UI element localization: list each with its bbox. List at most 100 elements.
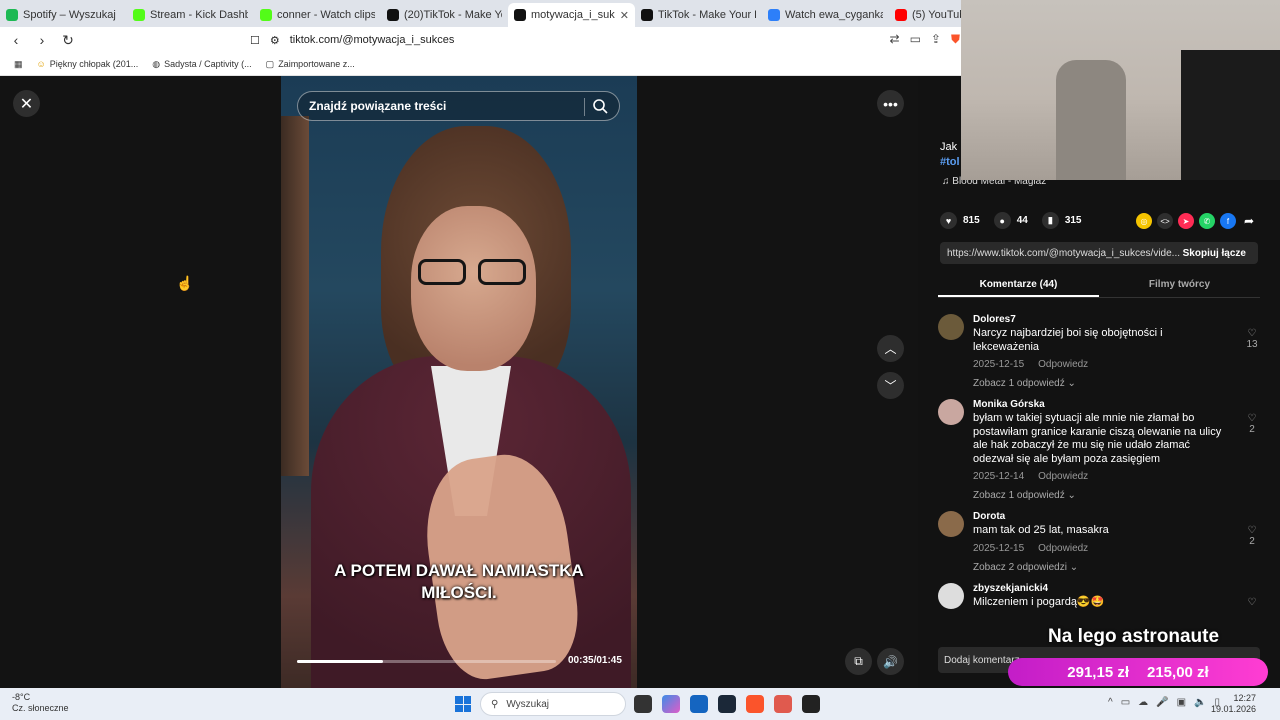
bookmark-1[interactable]: ☺ Piękny chłopak (201...: [37, 59, 139, 69]
reload-icon[interactable]: ↻: [58, 32, 78, 49]
window-image: [1181, 50, 1280, 180]
favicon-icon: [133, 9, 145, 21]
tab-creator-videos[interactable]: Filmy twórcy: [1099, 276, 1260, 297]
coin-icon[interactable]: ◎: [1136, 213, 1152, 229]
browser-tab[interactable]: TikTok - Make Your Day: [635, 3, 762, 27]
taskbar-search-input[interactable]: ⚲ Wyszukaj: [480, 692, 626, 716]
weather-widget[interactable]: -8°C Cz. słoneczne: [12, 692, 69, 714]
browser-tab[interactable]: Stream - Kick Dashbo: [127, 3, 254, 27]
view-replies-button[interactable]: Zobacz 1 odpowiedź ⌄: [973, 490, 1260, 501]
mic-icon[interactable]: 🎤: [1156, 697, 1168, 708]
cloud-icon[interactable]: ☁: [1138, 697, 1148, 708]
url-field[interactable]: ☐ ⚙ tiktok.com/@motywacja_i_sukces: [250, 27, 454, 53]
avatar[interactable]: [938, 511, 964, 537]
previous-video-button[interactable]: ︿: [877, 335, 904, 362]
hashtag[interactable]: #tol: [940, 156, 960, 168]
view-replies-button[interactable]: Zobacz 1 odpowiedź ⌄: [973, 378, 1260, 389]
comments-list: Dolores7 Narcyz najbardziej boi się oboję…: [938, 314, 1260, 629]
browser-tab[interactable]: (20)TikTok - Make Your Da: [381, 3, 508, 27]
avatar[interactable]: [938, 582, 964, 609]
comment-author[interactable]: Dolores7: [973, 314, 1260, 325]
heart-outline-icon: ♡: [1247, 413, 1257, 424]
share-arrow-icon[interactable]: ➦: [1241, 213, 1257, 229]
back-icon[interactable]: ‹: [6, 32, 26, 48]
steam-icon[interactable]: [718, 695, 736, 713]
comment-meta: 2025-12-15 Odpowiedz: [973, 359, 1089, 370]
favicon-icon: [641, 9, 653, 21]
tab-comments[interactable]: Komentarze (44): [938, 276, 1099, 297]
task-view-icon[interactable]: [634, 695, 652, 713]
browser-tab[interactable]: Spotify – Wyszukaj: [0, 3, 127, 27]
comment-author[interactable]: Monika Górska: [973, 399, 1260, 410]
heart-outline-icon: ♡: [1247, 596, 1257, 608]
share-icon[interactable]: ⇪: [931, 32, 941, 47]
reply-button[interactable]: Odpowiedz: [1038, 359, 1088, 370]
bookmark-icon[interactable]: ☐: [250, 34, 260, 47]
obs-icon[interactable]: [802, 695, 820, 713]
send-icon[interactable]: ➤: [1178, 213, 1194, 229]
browser-tab[interactable]: conner - Watch clips on K: [254, 3, 381, 27]
facebook-icon[interactable]: f: [1220, 213, 1236, 229]
clock[interactable]: 12:27 19.01.2026: [1211, 693, 1256, 715]
comment-like-button[interactable]: ♡ 2: [1244, 525, 1260, 547]
chair-image: [1056, 60, 1126, 180]
heart-outline-icon: ♡: [1247, 328, 1257, 339]
speaker-icon[interactable]: 🔈: [1194, 697, 1206, 708]
favicon-icon: [514, 9, 526, 21]
video-link-field[interactable]: https://www.tiktok.com/@motywacja_i_sukc…: [940, 242, 1258, 264]
display-icon[interactable]: ▣: [1177, 697, 1186, 708]
cast-icon[interactable]: ▭: [910, 32, 921, 47]
reply-button[interactable]: Odpowiedz: [1038, 543, 1088, 554]
browser-tab[interactable]: motywacja_i_sukce✕: [508, 3, 635, 27]
search-icon[interactable]: [592, 98, 608, 114]
app-icon[interactable]: [774, 695, 792, 713]
comment-like-button[interactable]: ♡ 2: [1244, 413, 1260, 435]
comment-like-button[interactable]: ♡ 13: [1244, 328, 1260, 350]
windows-start-icon[interactable]: [455, 696, 471, 712]
next-video-button[interactable]: ﹀: [877, 372, 904, 399]
browser-tab[interactable]: Watch ewa_cyganka_triki: [762, 3, 889, 27]
brave-shield-icon[interactable]: ⛊: [951, 32, 960, 47]
copy-link-button[interactable]: Skopiuj łącze: [1183, 248, 1246, 259]
forward-icon[interactable]: ›: [32, 32, 52, 48]
comment-author[interactable]: Dorota: [973, 511, 1260, 522]
copilot-icon[interactable]: [662, 695, 680, 713]
person-face: [411, 206, 536, 371]
embed-icon[interactable]: <>: [1157, 213, 1173, 229]
avatar[interactable]: [938, 399, 964, 425]
video-progress-bar[interactable]: [297, 660, 556, 663]
volume-icon[interactable]: 🔊: [877, 648, 904, 675]
comment-text: Narcyz najbardziej boi się obojętności i…: [973, 327, 1163, 353]
bookmark-2[interactable]: ◍ Sadysta / Captivity (...: [152, 59, 251, 70]
bookmark-3[interactable]: ▢ Zaimportowane z...: [266, 59, 355, 70]
chevron-up-icon[interactable]: ^: [1108, 697, 1113, 708]
comment-like-button[interactable]: ♡: [1244, 597, 1260, 608]
taskbar: -8°C Cz. słoneczne ⚲ Wyszukaj ^ ▭ ☁ 🎤 ▣ 🔈…: [0, 688, 1280, 720]
favicon-icon: [768, 9, 780, 21]
save-button[interactable]: ▮ 315: [1041, 212, 1082, 229]
close-video-button[interactable]: ✕: [13, 90, 40, 117]
favicon-icon: [387, 9, 399, 21]
avatar[interactable]: [938, 314, 964, 340]
mouse-cursor-icon: ☝: [176, 275, 194, 291]
apps-icon[interactable]: ▦: [14, 59, 23, 70]
site-info-icon[interactable]: ⚙: [270, 34, 280, 47]
bookmark-icon: ▮: [1041, 212, 1059, 229]
comment-button[interactable]: ● 44: [993, 212, 1028, 229]
brave-icon[interactable]: [746, 695, 764, 713]
comment-text: byłam w takiej sytuacji ale mnie nie zła…: [973, 412, 1222, 465]
folder-icon[interactable]: ▭: [1121, 697, 1130, 708]
close-tab-icon[interactable]: ✕: [620, 9, 629, 22]
translate-icon[interactable]: ⇄: [890, 32, 900, 47]
comment-author[interactable]: zbyszekjanicki4: [973, 583, 1260, 594]
view-replies-button[interactable]: Zobacz 2 odpowiedzi ⌄: [973, 562, 1260, 573]
like-button[interactable]: ♥ 815: [940, 212, 980, 229]
more-options-button[interactable]: •••: [877, 90, 904, 117]
store-icon[interactable]: [690, 695, 708, 713]
favicon-icon: [6, 9, 18, 21]
related-search-input[interactable]: Znajdź powiązane treści: [297, 91, 620, 121]
pip-icon[interactable]: ⧉: [845, 648, 872, 675]
author-name[interactable]: Jak: [940, 141, 957, 153]
reply-button[interactable]: Odpowiedz: [1038, 471, 1088, 482]
whatsapp-icon[interactable]: ✆: [1199, 213, 1215, 229]
